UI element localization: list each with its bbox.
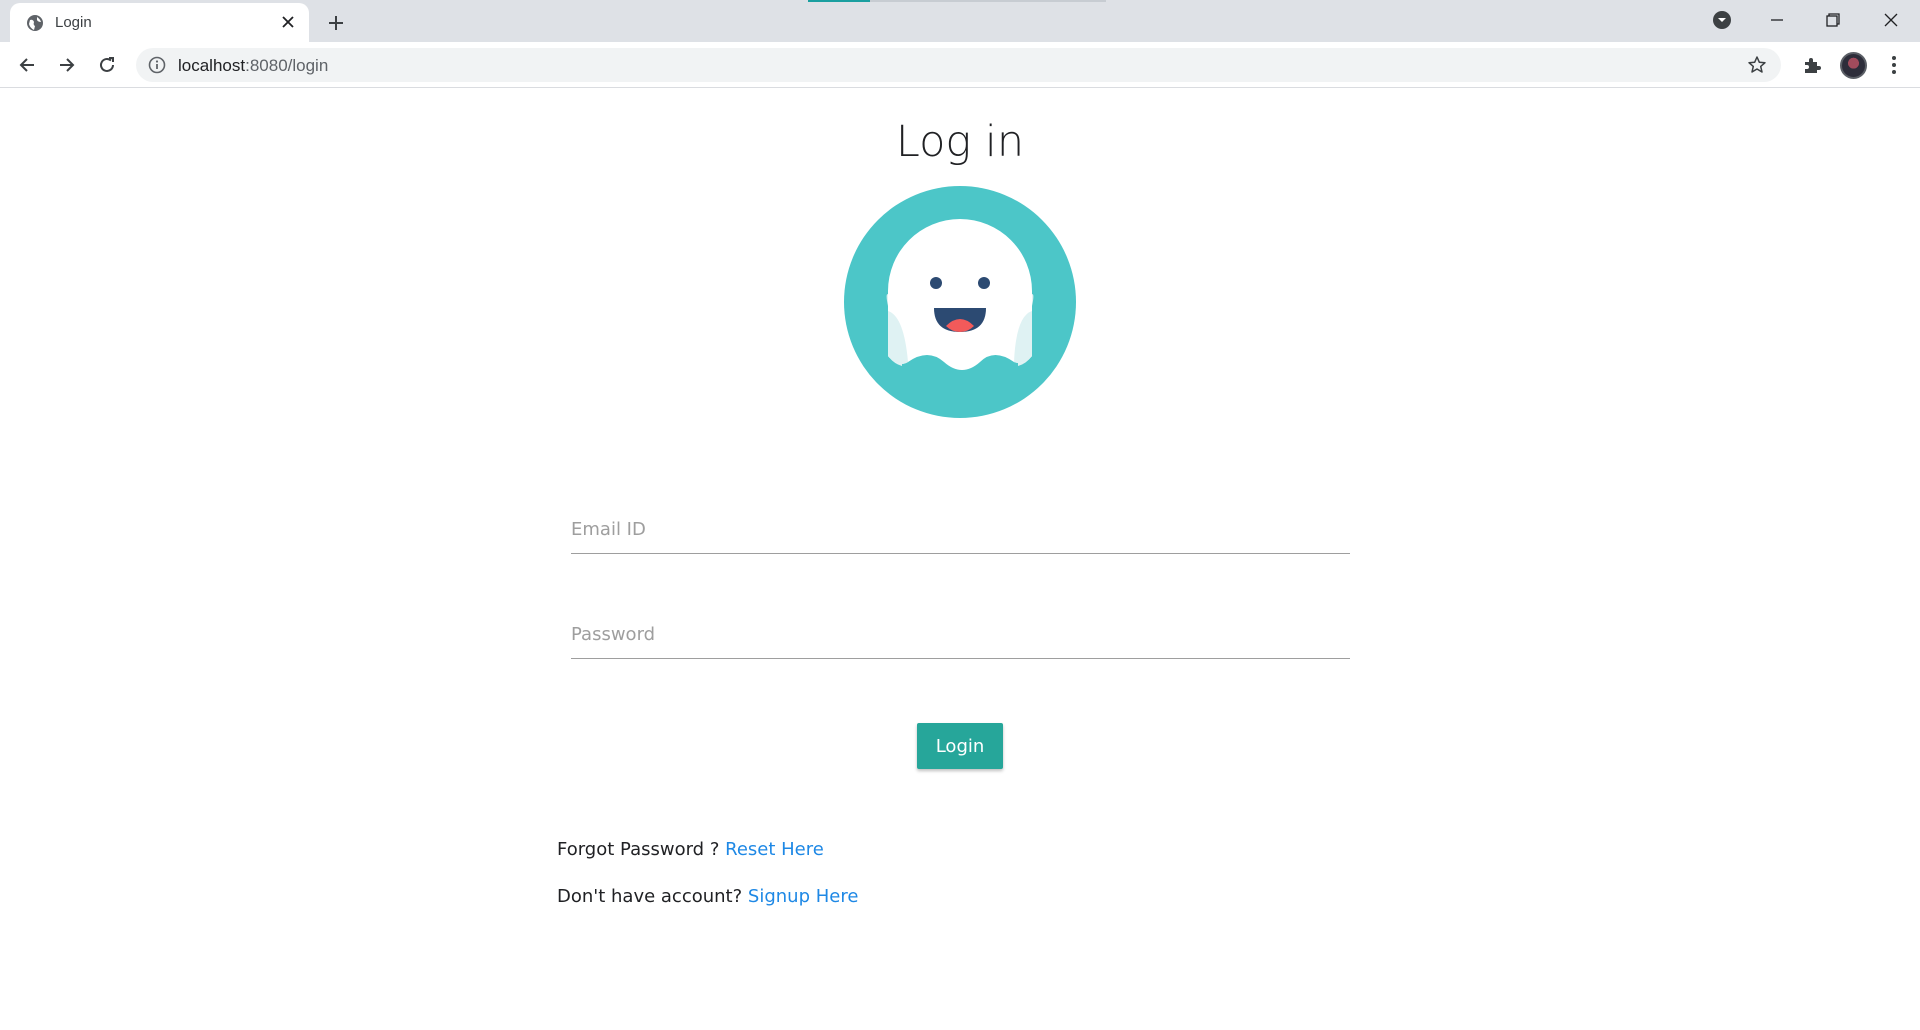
loading-indicator <box>808 0 870 2</box>
tab-title: Login <box>55 14 92 31</box>
url-text[interactable]: localhost:8080/login <box>178 56 328 76</box>
page-title: Log in <box>895 117 1025 167</box>
reload-icon[interactable] <box>93 51 121 79</box>
ghost-logo-icon <box>844 186 1076 418</box>
window-close-icon[interactable] <box>1874 6 1908 34</box>
email-input[interactable] <box>571 498 1350 553</box>
browser-toolbar: localhost:8080/login <box>0 42 1920 88</box>
minimize-icon[interactable] <box>1760 6 1794 34</box>
globe-icon <box>27 15 43 31</box>
address-bar[interactable]: localhost:8080/login <box>136 48 1781 82</box>
extensions-icon[interactable] <box>1798 51 1826 79</box>
signup-here-link[interactable]: Signup Here <box>748 886 859 907</box>
info-icon[interactable] <box>148 56 166 74</box>
browser-tabstrip: Login <box>0 0 1920 42</box>
signup-text: Don't have account? <box>557 886 743 907</box>
password-field[interactable] <box>571 603 1350 659</box>
new-tab-icon[interactable] <box>322 9 350 37</box>
password-input[interactable] <box>571 603 1350 658</box>
bookmark-star-icon[interactable] <box>1747 55 1767 75</box>
browser-tab[interactable]: Login <box>10 3 309 42</box>
loading-track <box>870 0 1106 2</box>
reset-here-link[interactable]: Reset Here <box>725 839 824 860</box>
tab-search-icon[interactable] <box>1705 6 1739 34</box>
profile-avatar[interactable] <box>1840 52 1867 79</box>
signup-line: Don't have account? Signup Here <box>557 886 858 907</box>
tab-close-icon[interactable] <box>277 11 299 33</box>
forward-icon[interactable] <box>53 51 81 79</box>
menu-dots-icon[interactable] <box>1880 51 1908 79</box>
back-icon[interactable] <box>13 51 41 79</box>
restore-icon[interactable] <box>1816 6 1850 34</box>
login-page: Log in Login Forgot Password ? Reset Her… <box>0 89 1920 1030</box>
forgot-password-text: Forgot Password ? <box>557 839 720 860</box>
email-field[interactable] <box>571 498 1350 554</box>
forgot-password-line: Forgot Password ? Reset Here <box>557 839 824 860</box>
login-button[interactable]: Login <box>917 723 1003 769</box>
